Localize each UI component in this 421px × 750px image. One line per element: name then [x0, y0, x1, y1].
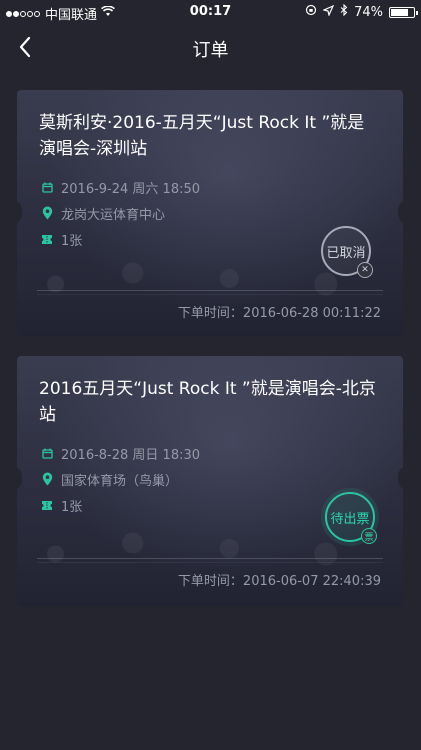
calendar-icon — [39, 182, 55, 193]
order-time: 下单时间：2016-06-28 00:11:22 — [177, 306, 381, 321]
divider — [37, 562, 383, 563]
datetime-row: 2016-8-28 周日 18:30 — [39, 440, 381, 466]
ticket-icon — [39, 234, 55, 245]
venue-name: 国家体育场（鸟巢） — [61, 473, 179, 489]
concert-datetime: 2016-8-28 周日 18:30 — [61, 447, 201, 463]
venue-name: 龙岗大运体育中心 — [61, 207, 166, 223]
ticket-icon — [39, 500, 55, 511]
venue-row: 国家体育场（鸟巢） — [39, 466, 381, 492]
map-pin-icon — [39, 206, 55, 220]
calendar-icon — [39, 448, 55, 459]
status-label: 已取消 — [326, 245, 366, 261]
navigation-bar: 订单 — [0, 24, 421, 70]
concert-datetime: 2016-9-24 周六 18:50 — [61, 181, 201, 197]
order-card[interactable]: 2016五月天“Just Rock It ”就是演唱会-北京站 2016-8-2… — [17, 356, 403, 606]
map-pin-icon — [39, 472, 55, 486]
order-time: 下单时间：2016-06-07 22:40:39 — [177, 574, 381, 589]
ticket-quantity: 1张 — [61, 233, 83, 249]
venue-row: 龙岗大运体育中心 — [39, 200, 381, 226]
status-right: 74% — [305, 3, 418, 20]
divider — [37, 290, 383, 291]
order-card[interactable]: 莫斯利安·2016-五月天“Just Rock It ”就是演唱会-深圳站 20… — [17, 90, 403, 336]
pending-ticket-icon: 票 — [361, 528, 377, 544]
datetime-row: 2016-9-24 周六 18:50 — [39, 174, 381, 200]
ticket-quantity: 1张 — [61, 499, 83, 515]
divider — [37, 294, 383, 295]
battery-percent: 74% — [354, 4, 383, 20]
close-icon: ✕ — [357, 262, 373, 278]
orientation-lock-icon — [305, 4, 317, 20]
location-icon — [322, 4, 335, 20]
page-title: 订单 — [192, 40, 229, 61]
concert-title: 2016五月天“Just Rock It ”就是演唱会-北京站 — [39, 379, 376, 425]
bluetooth-icon — [340, 3, 348, 20]
status-label: 待出票 — [330, 511, 370, 527]
concert-title: 莫斯利安·2016-五月天“Just Rock It ”就是演唱会-深圳站 — [39, 113, 365, 159]
divider — [37, 558, 383, 559]
status-bar: 中国联通 00:17 74% — [0, 0, 421, 24]
status-badge-pending: 待出票 票 — [325, 492, 377, 544]
battery-icon — [389, 6, 418, 18]
status-badge-cancelled: 已取消 ✕ — [321, 226, 373, 278]
